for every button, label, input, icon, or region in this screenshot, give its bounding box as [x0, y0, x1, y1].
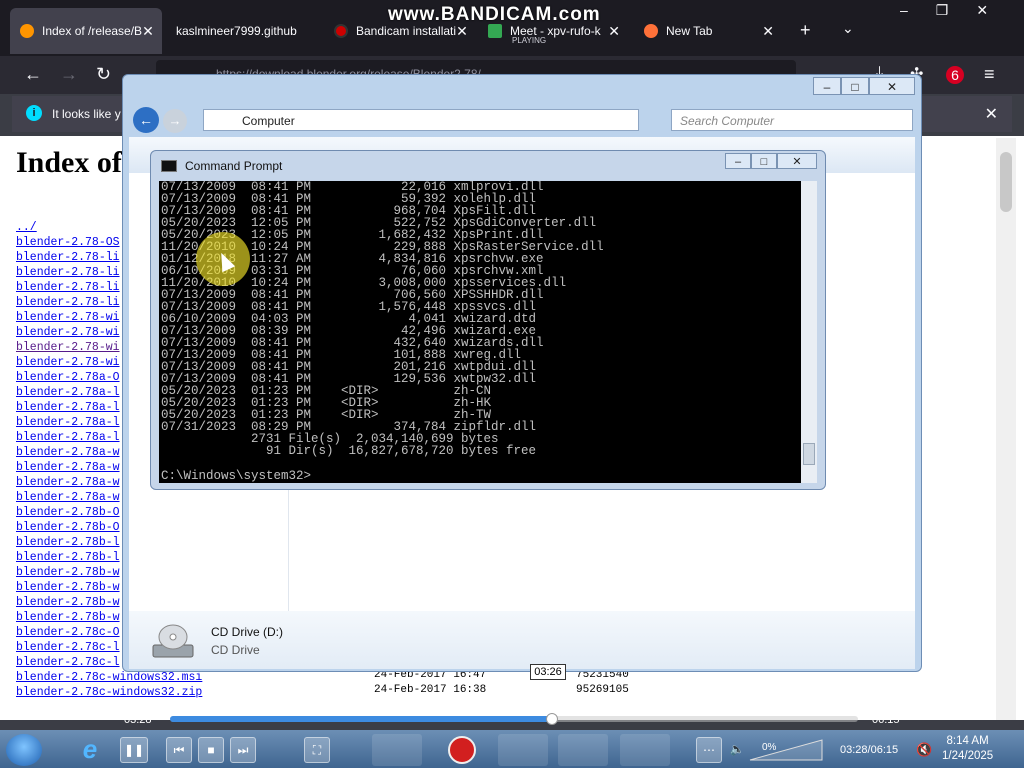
details-pane: CD Drive (D:) CD Drive: [129, 611, 915, 669]
player-duration: 06:15: [872, 714, 900, 726]
volume-speaker-icon[interactable]: 🔈: [724, 737, 750, 763]
minimize-icon[interactable]: –: [813, 77, 841, 95]
cmd-scrollbar[interactable]: [801, 181, 817, 483]
scrollbar-thumb[interactable]: [1000, 152, 1012, 212]
close-icon[interactable]: ✕: [869, 77, 915, 95]
player-time-readout: 03:28/06:15: [840, 744, 899, 756]
row-size: 95269105: [576, 684, 629, 696]
restore-icon[interactable]: ❐: [936, 2, 949, 19]
tab-close-icon[interactable]: ✕: [762, 23, 774, 40]
clock-time: 8:14 AM: [946, 735, 989, 747]
command-prompt-window: Command Prompt – □ ✕ 07/13/2009 08:41 PM…: [150, 150, 826, 490]
taskbar-app-button[interactable]: [558, 734, 608, 766]
maximize-icon[interactable]: □: [841, 77, 869, 95]
console-prompt: C:\Windows\system32>: [161, 469, 312, 483]
system-clock[interactable]: 8:14 AM 1/24/2025: [942, 734, 993, 764]
stop-icon[interactable]: ■: [198, 737, 224, 763]
seek-bar[interactable]: [170, 713, 858, 725]
forward-arrow-icon[interactable]: →: [60, 64, 78, 85]
tab-new-tab[interactable]: New Tab ✕: [634, 8, 784, 54]
row-date: 24-Feb-2017 16:38: [374, 684, 487, 696]
playlist-icon[interactable]: ⋯: [696, 737, 722, 763]
seek-bar-fill: [170, 716, 552, 722]
list-tabs-chevron-icon[interactable]: ⌄: [842, 20, 854, 37]
firefox-favicon-icon: [644, 24, 658, 38]
tab-playing-label: PLAYING: [512, 36, 547, 45]
volume-slider[interactable]: [748, 738, 824, 762]
bandicam-record-icon[interactable]: [448, 736, 476, 764]
previous-icon[interactable]: ⏮: [166, 737, 192, 763]
tab-label: kaslmineer7999.github: [176, 24, 297, 38]
taskbar-app-button[interactable]: [372, 734, 422, 766]
search-placeholder: Search Computer: [680, 114, 775, 128]
vlc-cone-icon[interactable]: [498, 734, 548, 766]
explorer-window-controls: – □ ✕: [813, 77, 915, 95]
minimize-icon[interactable]: –: [725, 153, 751, 169]
start-button-windows-icon[interactable]: [6, 734, 42, 766]
muted-speaker-icon[interactable]: 🔇: [916, 742, 932, 758]
seek-tooltip: 03:26: [530, 664, 566, 680]
console-icon: [161, 160, 177, 172]
bandicam-watermark: www.BANDICAM.com: [388, 4, 601, 25]
next-icon[interactable]: ⏭: [230, 737, 256, 763]
console-line: 91 Dir(s) 16,827,678,720 bytes free: [161, 444, 537, 458]
explorer-address-bar[interactable]: Computer: [203, 109, 639, 131]
close-icon[interactable]: ✕: [777, 153, 817, 169]
scrollbar-thumb[interactable]: [803, 443, 815, 465]
address-text: Computer: [242, 114, 295, 128]
new-tab-plus-icon[interactable]: +: [800, 20, 811, 41]
cmd-title-bar: Command Prompt: [161, 159, 282, 173]
tab-label: Index of /release/B: [42, 24, 143, 38]
page-scrollbar[interactable]: [996, 138, 1016, 720]
addon-badge[interactable]: 6: [946, 66, 964, 84]
tab-label: Bandicam installati: [356, 24, 457, 38]
screen: Index of /release/B ✕ kaslmineer7999.git…: [0, 0, 1024, 768]
player-current-time: 03:28: [124, 714, 152, 726]
tab-index-of-release[interactable]: Index of /release/B ✕: [10, 8, 162, 54]
volume-percent: 0%: [762, 742, 777, 753]
meet-favicon-icon: [488, 24, 502, 38]
fullscreen-icon[interactable]: ⛶: [304, 737, 330, 763]
cmd-window-controls: – □ ✕: [725, 153, 817, 169]
tab-close-icon[interactable]: ✕: [142, 23, 154, 40]
video-player-bar: 03:28 06:15: [0, 710, 1024, 730]
back-arrow-icon[interactable]: ←: [133, 107, 159, 133]
browser-window-controls: – ❐ ✕: [900, 2, 988, 19]
hamburger-menu-icon[interactable]: ≡: [984, 64, 995, 85]
blender-favicon-icon: [20, 24, 34, 38]
console-output[interactable]: 07/13/2009 08:41 PM 22,016 xmlprovi.dll 0…: [159, 181, 801, 483]
minimize-icon[interactable]: –: [900, 2, 908, 19]
record-favicon-icon: [334, 24, 348, 38]
cmd-title: Command Prompt: [185, 159, 283, 173]
info-icon: i: [26, 105, 42, 121]
taskbar-app-button[interactable]: [620, 734, 670, 766]
clock-date: 1/24/2025: [942, 750, 994, 762]
explorer-search-input[interactable]: Search Computer: [671, 109, 913, 131]
seek-handle[interactable]: [545, 713, 558, 725]
forward-arrow-icon[interactable]: →: [163, 109, 187, 133]
tab-close-icon[interactable]: ✕: [608, 23, 620, 40]
tab-label: New Tab: [666, 24, 713, 38]
maximize-icon[interactable]: □: [751, 153, 777, 169]
notification-text: It looks like y: [52, 107, 121, 121]
back-arrow-icon[interactable]: ←: [24, 64, 42, 85]
drive-type: CD Drive: [211, 643, 260, 657]
internet-explorer-icon[interactable]: e: [72, 734, 108, 764]
reload-icon[interactable]: ↻: [96, 64, 111, 85]
tab-github[interactable]: kaslmineer7999.github: [166, 8, 322, 54]
file-link[interactable]: blender-2.78c-windows32.msi: [16, 670, 202, 685]
pause-icon[interactable]: ❚❚: [120, 737, 148, 763]
cd-drive-icon: [152, 624, 194, 658]
drive-name: CD Drive (D:): [211, 625, 283, 639]
notification-close-icon[interactable]: ✕: [985, 104, 998, 124]
close-icon[interactable]: ✕: [976, 2, 988, 19]
file-link[interactable]: blender-2.78c-windows32.zip: [16, 685, 202, 700]
